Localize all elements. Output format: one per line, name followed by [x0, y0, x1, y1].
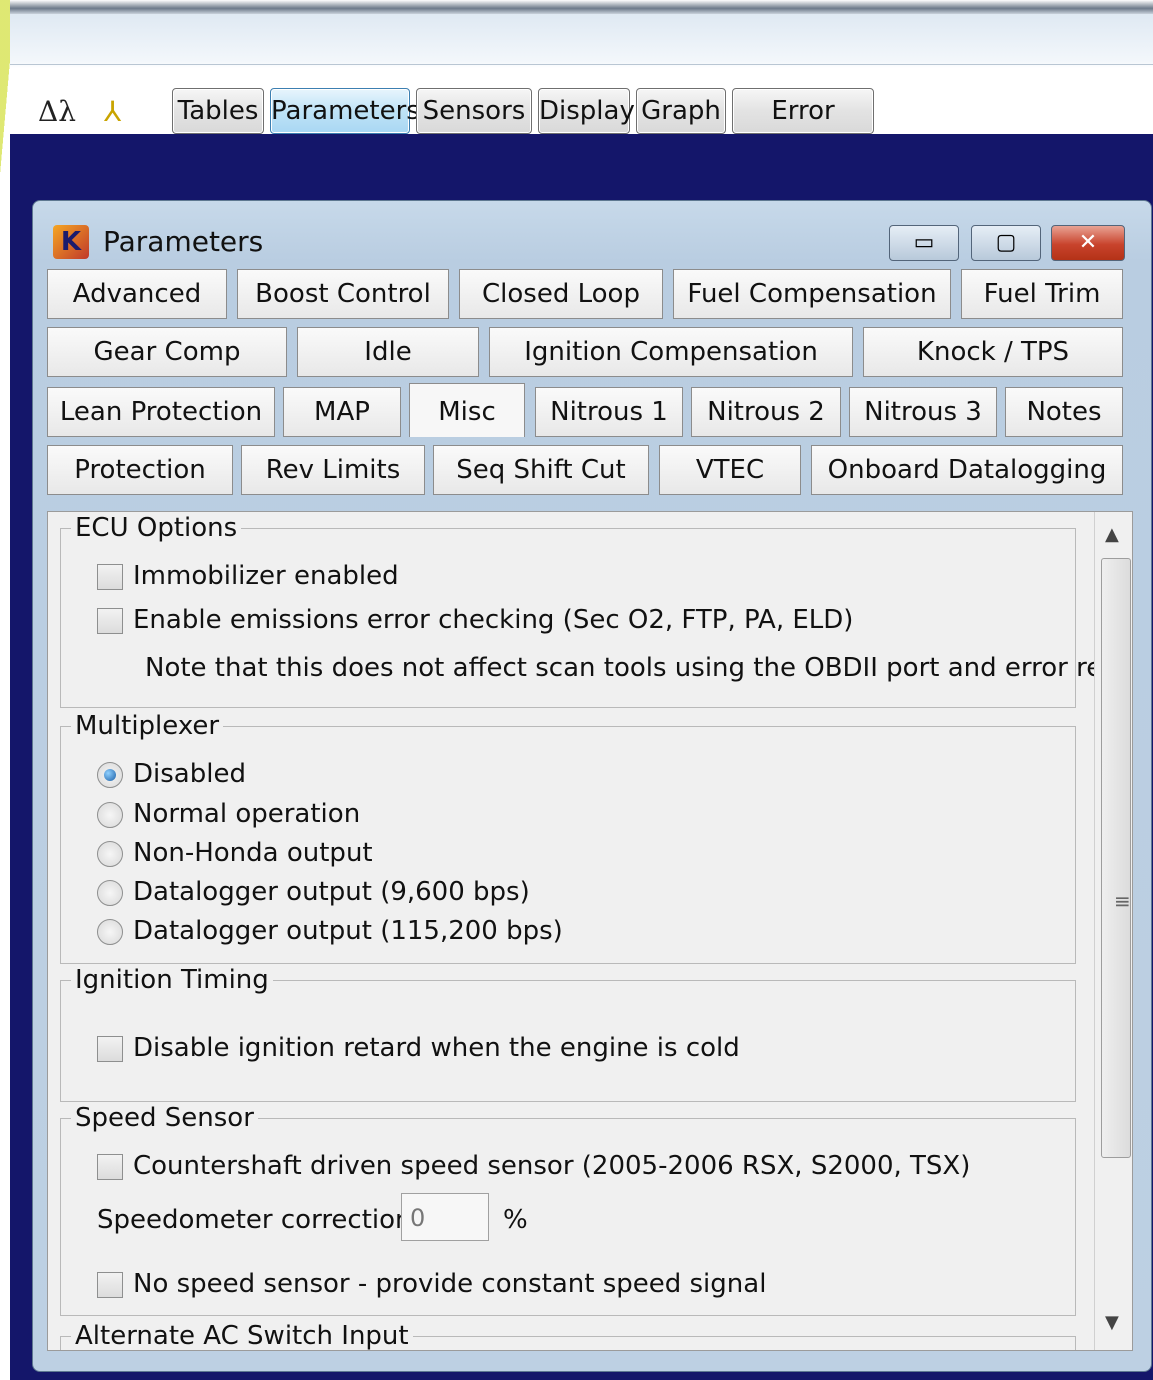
emissions-checkbox-row[interactable]: Enable emissions error checking (Sec O2,…	[97, 603, 853, 637]
emissions-label: Enable emissions error checking (Sec O2,…	[133, 605, 854, 635]
main-toolbar: Δλ ⅄ Tables Parameters Sensors Display G…	[10, 14, 1153, 170]
tab-vtec[interactable]: VTEC	[659, 445, 801, 495]
vertical-scrollbar[interactable]: ▲ ≡ ▼	[1094, 512, 1132, 1350]
immobilizer-checkbox[interactable]	[97, 563, 123, 590]
tab-advanced[interactable]: Advanced	[47, 269, 227, 319]
ignition-timing-group: Ignition Timing Disable ignition retard …	[60, 965, 1076, 1102]
tab-knock-tps[interactable]: Knock / TPS	[863, 327, 1123, 377]
cold-retard-checkbox-row[interactable]: Disable ignition retard when the engine …	[97, 1031, 740, 1065]
no-speed-sensor-label: No speed sensor - provide constant speed…	[133, 1269, 767, 1299]
radio-icon[interactable]	[97, 879, 123, 906]
speed-sensor-legend: Speed Sensor	[71, 1103, 258, 1133]
tab-nitrous-1[interactable]: Nitrous 1	[535, 387, 683, 437]
scroll-down-arrow-icon[interactable]: ▼	[1105, 1312, 1119, 1333]
radio-label: Non-Honda output	[133, 838, 373, 868]
window-top-strip	[10, 0, 1153, 14]
cold-retard-checkbox[interactable]	[97, 1035, 123, 1062]
ecu-options-legend: ECU Options	[71, 513, 242, 543]
running-person-icon[interactable]: ⅄	[104, 94, 121, 130]
immobilizer-label: Immobilizer enabled	[133, 561, 399, 591]
lambda-icon[interactable]: Δλ	[38, 94, 76, 130]
tab-ignition-compensation[interactable]: Ignition Compensation	[489, 327, 853, 377]
no-speed-sensor-checkbox-row[interactable]: No speed sensor - provide constant speed…	[97, 1267, 766, 1301]
radio-icon[interactable]	[97, 918, 123, 945]
multiplexer-group: Multiplexer Disabled Normal operation No…	[60, 711, 1076, 964]
tab-seq-shift-cut[interactable]: Seq Shift Cut	[433, 445, 649, 495]
radio-label: Datalogger output (9,600 bps)	[133, 877, 530, 907]
cold-retard-label: Disable ignition retard when the engine …	[133, 1033, 740, 1063]
app-k-icon: K	[53, 225, 89, 259]
scroll-thumb[interactable]: ≡	[1101, 558, 1131, 1158]
multiplexer-legend: Multiplexer	[71, 711, 224, 741]
tab-fuel-compensation[interactable]: Fuel Compensation	[673, 269, 951, 319]
ignition-timing-legend: Ignition Timing	[71, 965, 273, 995]
no-speed-sensor-checkbox[interactable]	[97, 1271, 123, 1298]
tab-protection[interactable]: Protection	[47, 445, 233, 495]
misc-tab-content: ECU Options Immobilizer enabled Enable e…	[47, 511, 1133, 1351]
radio-selected-icon[interactable]	[97, 761, 123, 788]
toolbar-separator	[10, 64, 1153, 65]
emissions-checkbox[interactable]	[97, 607, 123, 634]
close-button[interactable]: ✕	[1051, 225, 1125, 261]
radio-icon[interactable]	[97, 801, 123, 828]
radio-icon[interactable]	[97, 840, 123, 867]
radio-label: Normal operation	[133, 799, 361, 829]
tab-idle[interactable]: Idle	[297, 327, 479, 377]
speedometer-correction-unit: %	[503, 1205, 528, 1235]
scroll-grip-icon: ≡	[1114, 889, 1131, 913]
toolbar-sensors-button[interactable]: Sensors	[416, 88, 532, 134]
obdii-note: Note that this does not affect scan tool…	[145, 653, 1133, 683]
toolbar-display-button[interactable]: Display	[538, 88, 635, 134]
tab-map[interactable]: MAP	[283, 387, 401, 437]
maximize-button[interactable]: ▢	[971, 225, 1041, 261]
tab-notes[interactable]: Notes	[1005, 387, 1123, 437]
countershaft-label: Countershaft driven speed sensor (2005-2…	[133, 1151, 971, 1181]
window-title: Parameters	[103, 225, 264, 258]
toolbar-error-codes-button[interactable]: Error Codes	[732, 88, 874, 170]
multiplexer-option-non-honda[interactable]: Non-Honda output	[97, 836, 373, 870]
tab-boost-control[interactable]: Boost Control	[237, 269, 449, 319]
tab-nitrous-3[interactable]: Nitrous 3	[849, 387, 997, 437]
scroll-up-arrow-icon[interactable]: ▲	[1105, 524, 1119, 545]
toolbar-graph-button[interactable]: Graph	[636, 88, 726, 134]
countershaft-checkbox[interactable]	[97, 1153, 123, 1180]
immobilizer-checkbox-row[interactable]: Immobilizer enabled	[97, 559, 399, 593]
tab-gear-comp[interactable]: Gear Comp	[47, 327, 287, 377]
tab-fuel-trim[interactable]: Fuel Trim	[961, 269, 1123, 319]
multiplexer-option-datalogger-9600[interactable]: Datalogger output (9,600 bps)	[97, 875, 530, 909]
ecu-options-group: ECU Options Immobilizer enabled Enable e…	[60, 513, 1132, 708]
minimize-button[interactable]: ▭	[889, 225, 959, 261]
speedometer-correction-label: Speedometer correction	[97, 1205, 412, 1235]
tab-lean-protection[interactable]: Lean Protection	[47, 387, 275, 437]
radio-label: Datalogger output (115,200 bps)	[133, 916, 563, 946]
multiplexer-option-disabled[interactable]: Disabled	[97, 757, 246, 791]
tab-nitrous-2[interactable]: Nitrous 2	[691, 387, 841, 437]
radio-label: Disabled	[133, 759, 246, 789]
speed-sensor-group: Speed Sensor Countershaft driven speed s…	[60, 1103, 1076, 1316]
alt-ac-switch-group: Alternate AC Switch Input	[60, 1321, 1076, 1350]
toolbar-tables-button[interactable]: Tables	[172, 88, 264, 134]
tab-closed-loop[interactable]: Closed Loop	[459, 269, 663, 319]
parameters-window: K Parameters ▭ ▢ ✕ Advanced Boost Contro…	[32, 200, 1152, 1372]
tab-onboard-datalogging[interactable]: Onboard Datalogging	[811, 445, 1123, 495]
multiplexer-option-normal[interactable]: Normal operation	[97, 797, 360, 831]
alt-ac-switch-legend: Alternate AC Switch Input	[71, 1321, 413, 1350]
speedometer-correction-input[interactable]: 0	[401, 1193, 489, 1241]
tab-rev-limits[interactable]: Rev Limits	[241, 445, 425, 495]
toolbar-parameters-button[interactable]: Parameters	[270, 88, 420, 134]
countershaft-checkbox-row[interactable]: Countershaft driven speed sensor (2005-2…	[97, 1149, 970, 1183]
tab-misc[interactable]: Misc	[409, 383, 525, 437]
multiplexer-option-datalogger-115200[interactable]: Datalogger output (115,200 bps)	[97, 914, 563, 948]
